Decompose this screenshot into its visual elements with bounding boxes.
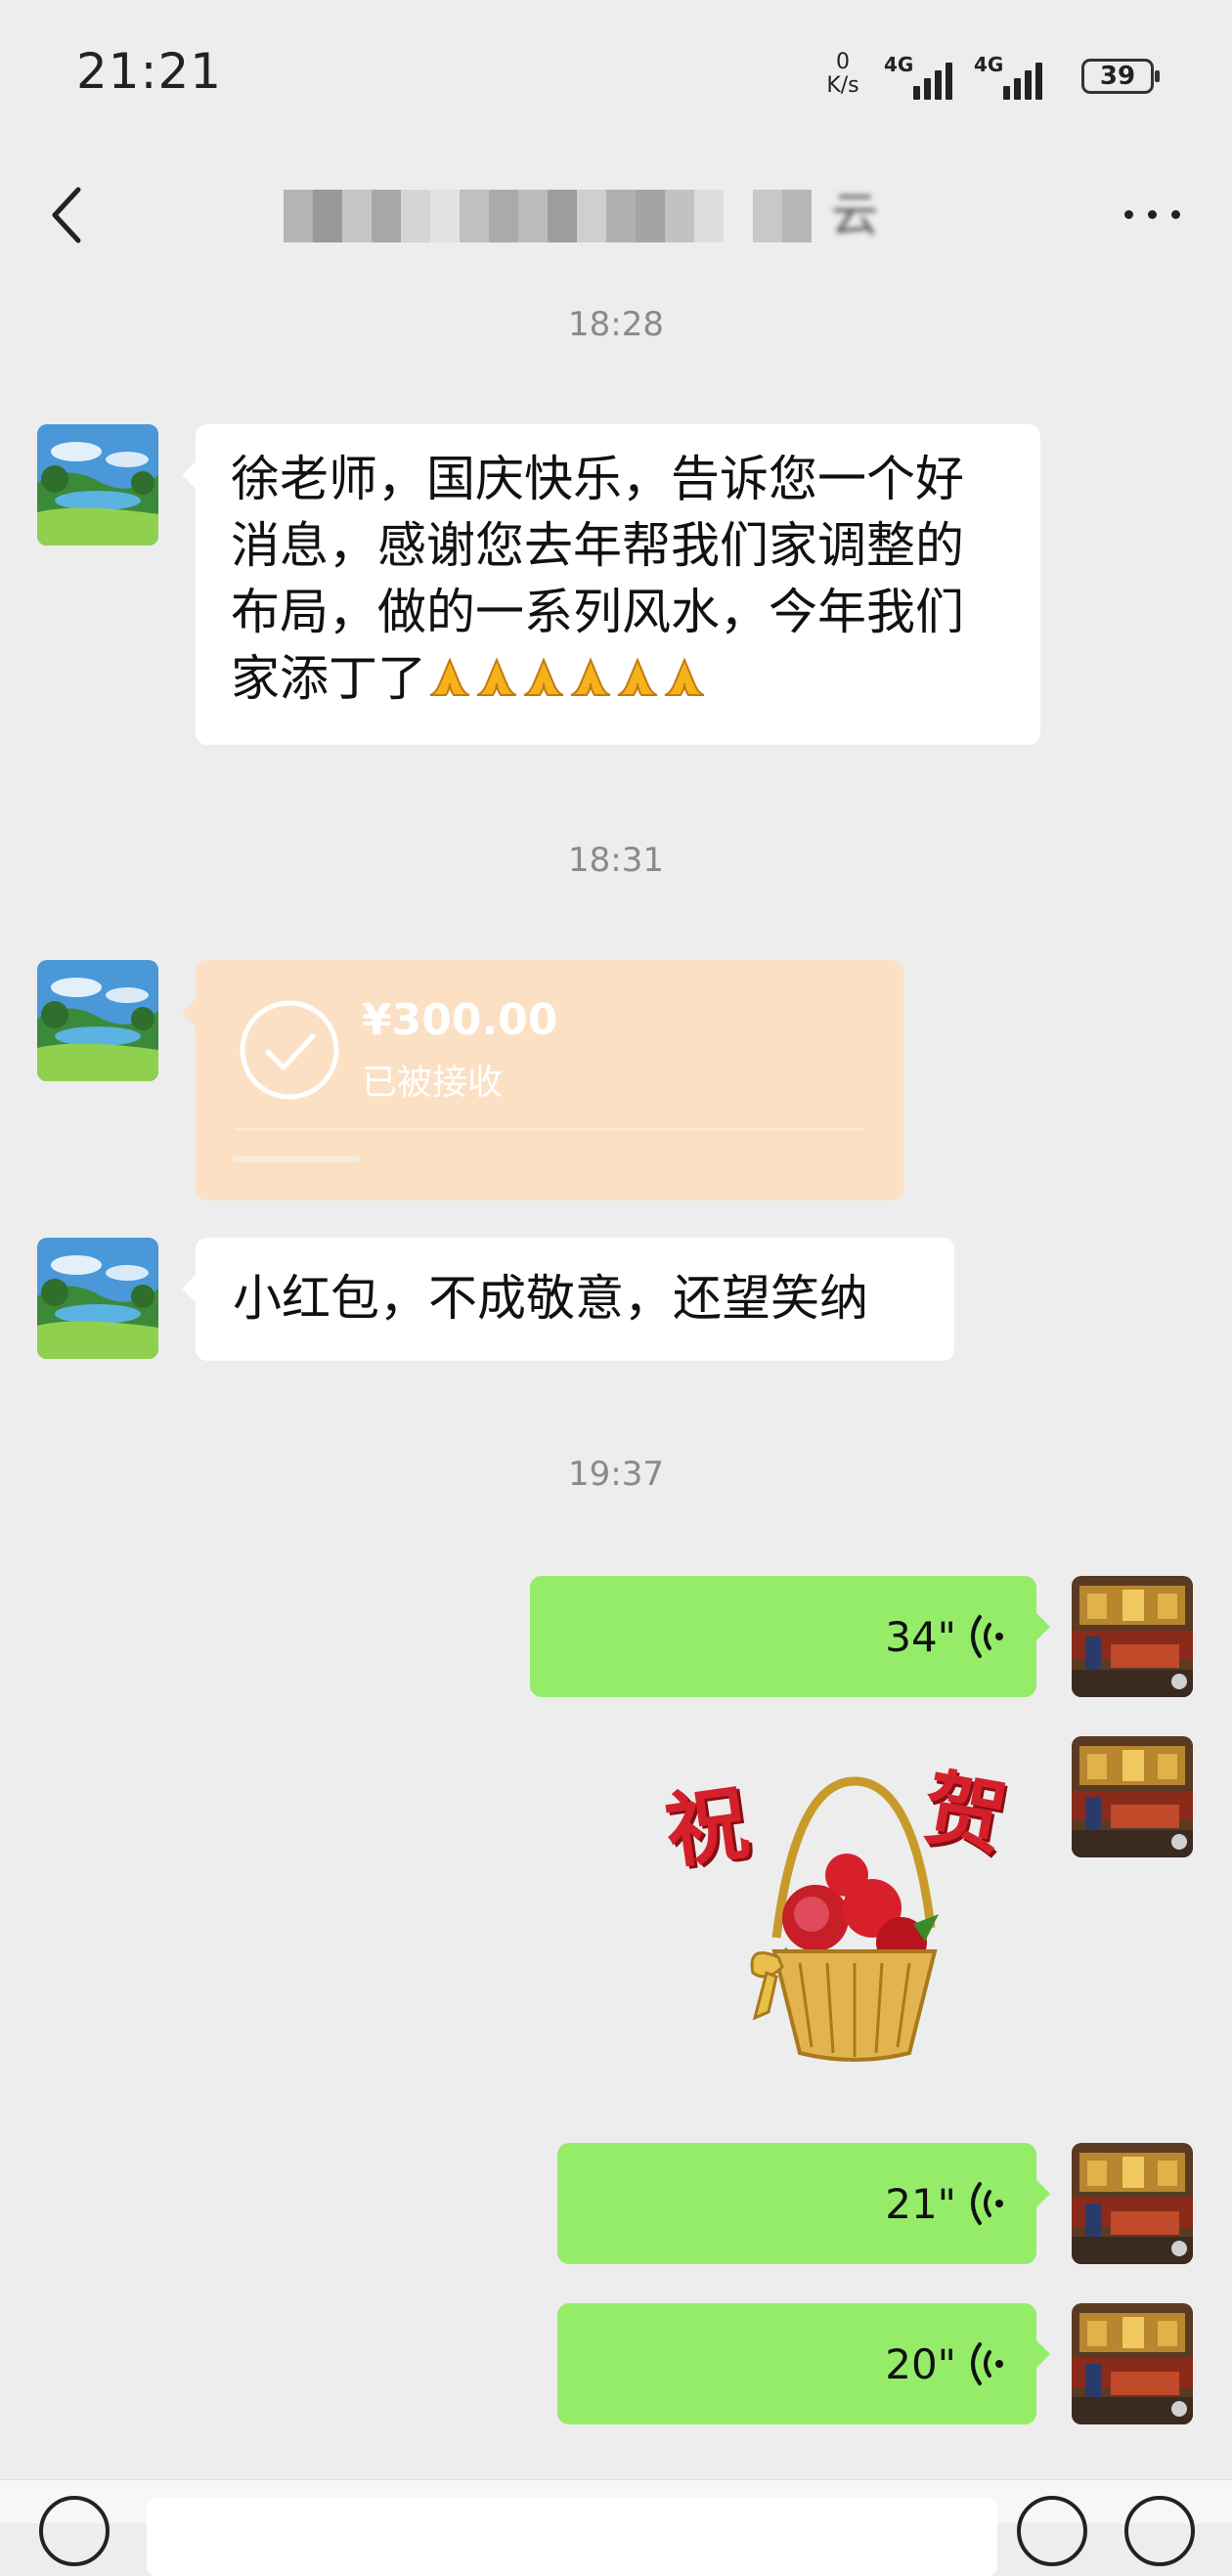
voice-wave-icon <box>971 1615 1003 1658</box>
landscape-avatar-image <box>37 960 158 1081</box>
signal-2-label: 4G <box>974 53 1004 76</box>
my-avatar[interactable] <box>1072 1576 1193 1697</box>
chat-title: 云 <box>284 178 929 252</box>
timestamp: 18:31 <box>568 841 664 880</box>
voice-message[interactable]: 20" <box>557 2303 1050 2424</box>
message-bubble[interactable]: 小红包，不成敬意，还望笑纳 <box>182 1238 954 1361</box>
temple-avatar-image <box>1072 1736 1193 1857</box>
status-time: 21:21 <box>76 43 223 100</box>
chat-header: 云 <box>0 147 1232 284</box>
voice-duration: 34" <box>885 1612 956 1661</box>
my-avatar[interactable] <box>1072 2143 1193 2264</box>
back-button[interactable] <box>39 176 108 254</box>
timestamp: 18:28 <box>568 305 664 344</box>
temple-avatar-image <box>1072 1576 1193 1697</box>
folded-hands-icon <box>570 657 611 696</box>
folded-hands-icon <box>617 657 658 696</box>
transfer-card[interactable]: ¥300.00 已被接收 <box>182 960 903 1201</box>
status-icons: 0 K/s 4G 4G 39 <box>821 49 1160 108</box>
voice-message[interactable]: 21" <box>557 2143 1050 2264</box>
folded-hands-icon <box>476 657 517 696</box>
message-bubble[interactable]: 徐老师，国庆快乐，告诉您一个好消息，感谢您去年帮我们家调整的布局，做的一系列风水… <box>182 424 1040 745</box>
contact-avatar[interactable] <box>37 1238 158 1359</box>
voice-wave-icon <box>971 2182 1003 2225</box>
signal-icon: 4G <box>884 53 960 100</box>
message-input[interactable] <box>147 2498 997 2576</box>
my-avatar[interactable] <box>1072 1736 1193 1857</box>
temple-avatar-image <box>1072 2303 1193 2424</box>
input-bar <box>0 2479 1232 2576</box>
my-avatar[interactable] <box>1072 2303 1193 2424</box>
message-text: 小红包，不成敬意，还望笑纳 <box>233 1270 868 1327</box>
transfer-footer-mark <box>233 1157 360 1162</box>
landscape-avatar-image <box>37 1238 158 1359</box>
battery-icon: 39 <box>1081 59 1160 94</box>
back-icon <box>52 187 81 243</box>
net-speed-unit: K/s <box>826 73 859 98</box>
voice-duration: 20" <box>885 2339 956 2388</box>
status-bar: 21:21 0 K/s 4G 4G 39 <box>0 0 1232 147</box>
voice-message[interactable]: 34" <box>530 1576 1050 1697</box>
voice-duration: 21" <box>885 2179 956 2228</box>
contact-avatar[interactable] <box>37 424 158 546</box>
net-speed-value: 0 <box>836 50 850 74</box>
title-pixelation <box>284 190 812 242</box>
more-button[interactable] <box>1115 180 1193 248</box>
voice-wave-icon <box>971 2342 1003 2385</box>
congratulations-sticker[interactable]: 祝 贺 <box>659 1742 1031 2104</box>
timestamp: 19:37 <box>568 1455 664 1494</box>
folded-hands-icon <box>523 657 564 696</box>
folded-hands-icon <box>664 657 705 696</box>
check-circle-icon <box>240 1000 339 1100</box>
net-speed: 0 K/s <box>821 51 864 98</box>
voice-mode-button[interactable] <box>39 2496 110 2566</box>
transfer-amount: ¥300.00 <box>362 995 558 1045</box>
folded-hands-emoji-group <box>426 650 708 707</box>
transfer-divider <box>235 1128 864 1130</box>
battery-level: 39 <box>1099 62 1136 91</box>
more-actions-button[interactable] <box>1124 2496 1195 2566</box>
temple-avatar-image <box>1072 2143 1193 2264</box>
title-suffix: 云 <box>831 188 879 242</box>
contact-avatar[interactable] <box>37 960 158 1081</box>
transfer-status: 已被接收 <box>362 1063 504 1103</box>
signal-icon: 4G <box>974 53 1050 100</box>
signal-1-label: 4G <box>884 53 914 76</box>
landscape-avatar-image <box>37 424 158 546</box>
folded-hands-icon <box>429 657 470 696</box>
message-text: 徐老师，国庆快乐，告诉您一个好消息，感谢您去年帮我们家调整的布局，做的一系列风水… <box>231 451 964 707</box>
emoji-button[interactable] <box>1017 2496 1087 2566</box>
sticker-text-left: 祝 <box>659 1772 755 1881</box>
